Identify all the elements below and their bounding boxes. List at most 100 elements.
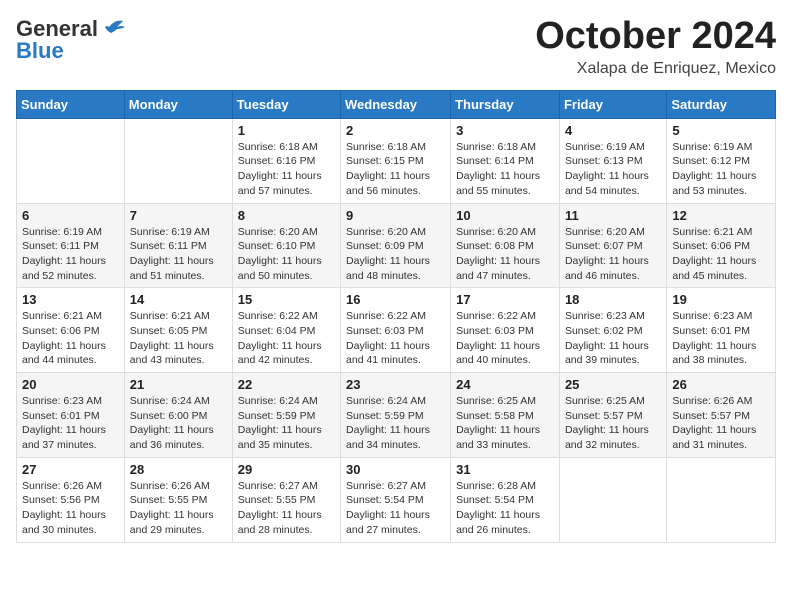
day-number: 18 [565, 292, 661, 307]
day-number: 11 [565, 208, 661, 223]
day-info: Sunrise: 6:22 AMSunset: 6:03 PMDaylight:… [346, 309, 445, 368]
calendar-day-cell: 10 Sunrise: 6:20 AMSunset: 6:08 PMDayligh… [451, 203, 560, 288]
day-info: Sunrise: 6:21 AMSunset: 6:05 PMDaylight:… [130, 309, 227, 368]
day-number: 26 [672, 377, 770, 392]
day-of-week-header: Friday [559, 90, 666, 118]
calendar-day-cell: 9 Sunrise: 6:20 AMSunset: 6:09 PMDaylight… [341, 203, 451, 288]
day-number: 7 [130, 208, 227, 223]
day-info: Sunrise: 6:23 AMSunset: 6:02 PMDaylight:… [565, 309, 661, 368]
day-info: Sunrise: 6:19 AMSunset: 6:11 PMDaylight:… [130, 225, 227, 284]
calendar-day-cell: 26 Sunrise: 6:26 AMSunset: 5:57 PMDayligh… [667, 373, 776, 458]
day-info: Sunrise: 6:24 AMSunset: 6:00 PMDaylight:… [130, 394, 227, 453]
calendar-day-cell: 15Sunrise: 6:22 AMSunset: 6:04 PMDayligh… [232, 288, 340, 373]
calendar-week-row: 27 Sunrise: 6:26 AMSunset: 5:56 PMDayligh… [17, 457, 776, 542]
day-number: 22 [238, 377, 335, 392]
day-number: 24 [456, 377, 554, 392]
day-info: Sunrise: 6:20 AMSunset: 6:08 PMDaylight:… [456, 225, 554, 284]
calendar-day-cell: 5 Sunrise: 6:19 AMSunset: 6:12 PMDaylight… [667, 118, 776, 203]
day-info: Sunrise: 6:19 AMSunset: 6:13 PMDaylight:… [565, 140, 661, 199]
calendar-day-cell: 2 Sunrise: 6:18 AMSunset: 6:15 PMDaylight… [341, 118, 451, 203]
calendar-day-cell: 27 Sunrise: 6:26 AMSunset: 5:56 PMDayligh… [17, 457, 125, 542]
day-number: 14 [130, 292, 227, 307]
calendar-day-cell: 31 Sunrise: 6:28 AMSunset: 5:54 PMDayligh… [451, 457, 560, 542]
calendar-day-cell: 17 Sunrise: 6:22 AMSunset: 6:03 PMDayligh… [451, 288, 560, 373]
calendar-day-cell: 4 Sunrise: 6:19 AMSunset: 6:13 PMDaylight… [559, 118, 666, 203]
day-info: Sunrise: 6:26 AMSunset: 5:56 PMDaylight:… [22, 479, 119, 538]
calendar-week-row: 6 Sunrise: 6:19 AMSunset: 6:11 PMDaylight… [17, 203, 776, 288]
day-number: 20 [22, 377, 119, 392]
calendar-day-cell: 29 Sunrise: 6:27 AMSunset: 5:55 PMDayligh… [232, 457, 340, 542]
day-number: 27 [22, 462, 119, 477]
calendar-week-row: 13Sunrise: 6:21 AMSunset: 6:06 PMDayligh… [17, 288, 776, 373]
calendar-day-cell: 13Sunrise: 6:21 AMSunset: 6:06 PMDayligh… [17, 288, 125, 373]
header: General Blue October 2024 Xalapa de Enri… [16, 16, 776, 78]
calendar-day-cell [667, 457, 776, 542]
day-number: 30 [346, 462, 445, 477]
day-number: 5 [672, 123, 770, 138]
day-info: Sunrise: 6:18 AMSunset: 6:16 PMDaylight:… [238, 140, 335, 199]
day-info: Sunrise: 6:24 AMSunset: 5:59 PMDaylight:… [238, 394, 335, 453]
day-info: Sunrise: 6:20 AMSunset: 6:07 PMDaylight:… [565, 225, 661, 284]
day-info: Sunrise: 6:21 AMSunset: 6:06 PMDaylight:… [672, 225, 770, 284]
day-number: 25 [565, 377, 661, 392]
day-number: 3 [456, 123, 554, 138]
calendar-day-cell: 18 Sunrise: 6:23 AMSunset: 6:02 PMDayligh… [559, 288, 666, 373]
calendar-day-cell: 24Sunrise: 6:25 AMSunset: 5:58 PMDayligh… [451, 373, 560, 458]
day-info: Sunrise: 6:20 AMSunset: 6:10 PMDaylight:… [238, 225, 335, 284]
calendar-day-cell: 12 Sunrise: 6:21 AMSunset: 6:06 PMDayligh… [667, 203, 776, 288]
calendar-day-cell [124, 118, 232, 203]
logo-blue-text: Blue [16, 38, 64, 64]
location-title: Xalapa de Enriquez, Mexico [535, 60, 776, 78]
day-number: 13 [22, 292, 119, 307]
day-number: 12 [672, 208, 770, 223]
day-info: Sunrise: 6:19 AMSunset: 6:11 PMDaylight:… [22, 225, 119, 284]
day-number: 16 [346, 292, 445, 307]
day-info: Sunrise: 6:22 AMSunset: 6:04 PMDaylight:… [238, 309, 335, 368]
day-number: 21 [130, 377, 227, 392]
day-number: 9 [346, 208, 445, 223]
day-number: 8 [238, 208, 335, 223]
calendar-day-cell [17, 118, 125, 203]
calendar-day-cell: 8 Sunrise: 6:20 AMSunset: 6:10 PMDaylight… [232, 203, 340, 288]
day-number: 17 [456, 292, 554, 307]
day-info: Sunrise: 6:26 AMSunset: 5:55 PMDaylight:… [130, 479, 227, 538]
day-of-week-header: Sunday [17, 90, 125, 118]
calendar-day-cell: 20 Sunrise: 6:23 AMSunset: 6:01 PMDayligh… [17, 373, 125, 458]
day-info: Sunrise: 6:20 AMSunset: 6:09 PMDaylight:… [346, 225, 445, 284]
month-title: October 2024 [535, 16, 776, 58]
day-info: Sunrise: 6:25 AMSunset: 5:57 PMDaylight:… [565, 394, 661, 453]
day-info: Sunrise: 6:18 AMSunset: 6:15 PMDaylight:… [346, 140, 445, 199]
day-info: Sunrise: 6:27 AMSunset: 5:55 PMDaylight:… [238, 479, 335, 538]
day-number: 4 [565, 123, 661, 138]
day-info: Sunrise: 6:24 AMSunset: 5:59 PMDaylight:… [346, 394, 445, 453]
calendar-day-cell: 11 Sunrise: 6:20 AMSunset: 6:07 PMDayligh… [559, 203, 666, 288]
calendar-day-cell: 22 Sunrise: 6:24 AMSunset: 5:59 PMDayligh… [232, 373, 340, 458]
calendar-week-row: 20 Sunrise: 6:23 AMSunset: 6:01 PMDayligh… [17, 373, 776, 458]
logo-bird-icon [101, 17, 127, 37]
day-number: 28 [130, 462, 227, 477]
day-of-week-header: Wednesday [341, 90, 451, 118]
day-info: Sunrise: 6:22 AMSunset: 6:03 PMDaylight:… [456, 309, 554, 368]
calendar-day-cell: 16 Sunrise: 6:22 AMSunset: 6:03 PMDayligh… [341, 288, 451, 373]
day-info: Sunrise: 6:23 AMSunset: 6:01 PMDaylight:… [22, 394, 119, 453]
calendar-day-cell [559, 457, 666, 542]
calendar-day-cell: 6 Sunrise: 6:19 AMSunset: 6:11 PMDaylight… [17, 203, 125, 288]
day-info: Sunrise: 6:28 AMSunset: 5:54 PMDaylight:… [456, 479, 554, 538]
day-info: Sunrise: 6:23 AMSunset: 6:01 PMDaylight:… [672, 309, 770, 368]
day-number: 6 [22, 208, 119, 223]
day-info: Sunrise: 6:18 AMSunset: 6:14 PMDaylight:… [456, 140, 554, 199]
day-info: Sunrise: 6:26 AMSunset: 5:57 PMDaylight:… [672, 394, 770, 453]
day-of-week-header: Saturday [667, 90, 776, 118]
calendar-day-cell: 14 Sunrise: 6:21 AMSunset: 6:05 PMDayligh… [124, 288, 232, 373]
day-number: 2 [346, 123, 445, 138]
logo: General Blue [16, 16, 127, 64]
day-number: 29 [238, 462, 335, 477]
calendar-day-cell: 25 Sunrise: 6:25 AMSunset: 5:57 PMDayligh… [559, 373, 666, 458]
calendar-day-cell: 19 Sunrise: 6:23 AMSunset: 6:01 PMDayligh… [667, 288, 776, 373]
day-number: 31 [456, 462, 554, 477]
day-number: 19 [672, 292, 770, 307]
day-number: 10 [456, 208, 554, 223]
day-number: 1 [238, 123, 335, 138]
day-info: Sunrise: 6:19 AMSunset: 6:12 PMDaylight:… [672, 140, 770, 199]
calendar-day-cell: 3 Sunrise: 6:18 AMSunset: 6:14 PMDaylight… [451, 118, 560, 203]
